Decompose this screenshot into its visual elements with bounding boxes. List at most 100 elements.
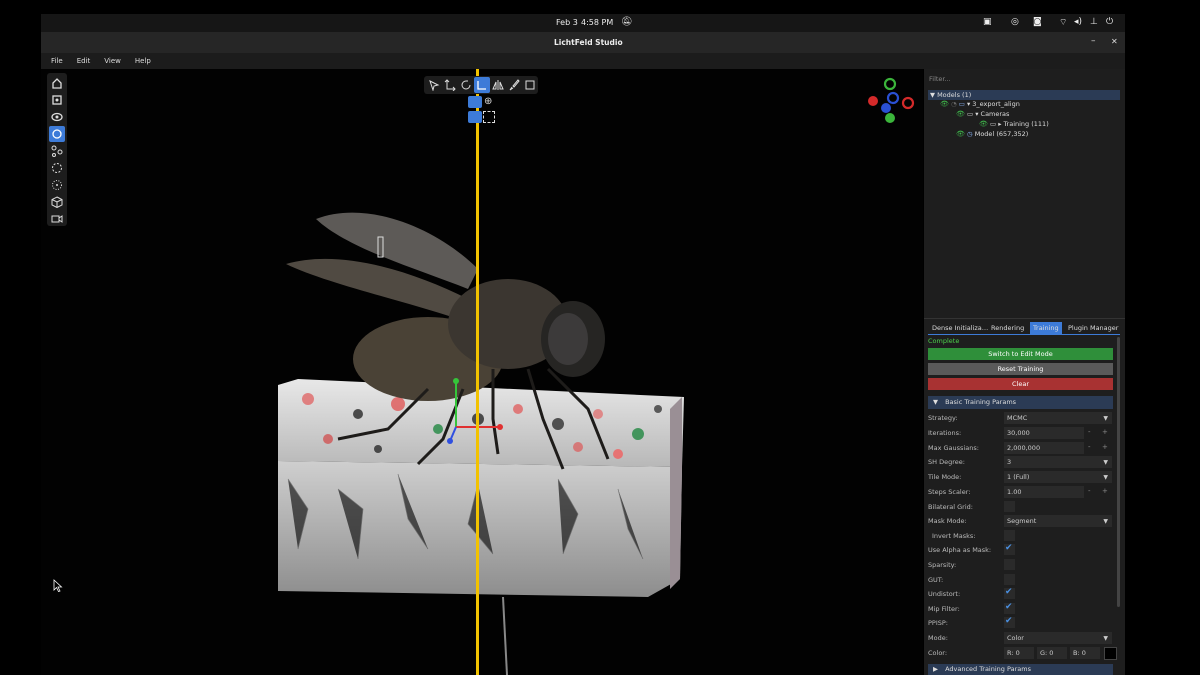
tab-training[interactable]: Training [1030, 322, 1062, 334]
sh-degree-select[interactable]: 3 ▼ [1004, 456, 1112, 468]
steps-scaler-input[interactable]: 1.00 [1004, 486, 1084, 498]
decrement-button[interactable]: - [1088, 487, 1091, 495]
reset-training-button[interactable]: Reset Training [928, 363, 1113, 375]
scene-icon[interactable] [49, 126, 65, 142]
use-alpha-checkbox[interactable]: ✔ [1004, 543, 1015, 555]
color-b-value: B: 0 [1073, 649, 1086, 657]
color-swatch[interactable] [1104, 647, 1117, 660]
tree-row-training[interactable]: 👁︎ ▭ ▸ Training (111) [979, 120, 1049, 128]
rotate-icon[interactable] [458, 77, 474, 93]
wifi-icon[interactable]: ⌔ [1059, 17, 1067, 28]
filter-input[interactable]: Filter... [929, 75, 951, 83]
crop-icon[interactable] [522, 77, 538, 93]
panel-scrollbar[interactable] [1117, 337, 1120, 607]
split-view-divider[interactable] [476, 69, 479, 675]
visibility-eye-icon[interactable]: 👁︎ [940, 100, 949, 108]
strategy-row: Strategy: MCMC ▼ [928, 412, 1116, 426]
decrement-button[interactable]: - [1088, 443, 1091, 451]
model-icon: ◷ [966, 130, 973, 138]
tab-dense-init[interactable]: Dense Initializa… [932, 322, 988, 334]
chevron-down-icon: ▼ [933, 398, 938, 406]
select-icon[interactable] [426, 77, 442, 93]
tree-row-export[interactable]: 👁︎ ◔ ▭ ▾ 3_export_align [940, 100, 1020, 108]
menu-view[interactable]: View [97, 53, 128, 69]
strategy-select[interactable]: MCMC ▼ [1004, 412, 1112, 424]
visibility-eye-icon[interactable]: 👁︎ [956, 130, 965, 138]
dropdown-arrow-icon: ▼ [1103, 635, 1108, 642]
world-space-icon[interactable]: ⊕ [484, 96, 492, 107]
ppisp-checkbox[interactable]: ✔ [1004, 616, 1015, 628]
app-tray-icon[interactable]: ▣ [983, 17, 992, 27]
increment-button[interactable]: + [1102, 428, 1108, 436]
undistort-checkbox[interactable]: ✔ [1004, 587, 1015, 599]
mip-filter-checkbox[interactable]: ✔ [1004, 602, 1015, 614]
training-status: Complete [928, 337, 960, 345]
basic-training-params-header[interactable]: ▼ Basic Training Params [928, 396, 1113, 409]
decrement-button[interactable]: - [1088, 428, 1091, 436]
close-button[interactable]: ✕ [1111, 37, 1118, 46]
tree-row-model[interactable]: 👁︎ ◷ Model (657,352) [956, 130, 1028, 138]
visibility-eye-icon[interactable]: 👁︎ [979, 120, 988, 128]
microphone-icon[interactable]: ⊥ [1090, 17, 1098, 27]
tree-row-cameras[interactable]: 👁︎ ▭ ▾ Cameras [956, 110, 1009, 118]
tile-mode-row: Tile Mode: 1 (Full) ▼ [928, 471, 1116, 485]
mode-select[interactable]: Color ▼ [1004, 632, 1112, 644]
power-icon[interactable]: ⏻ [1106, 17, 1113, 27]
brush-icon[interactable] [506, 77, 522, 93]
pivot-center-icon[interactable] [468, 111, 482, 123]
volume-icon[interactable]: ◂) [1074, 17, 1082, 27]
color-g-input[interactable]: G: 0 [1037, 647, 1067, 659]
mirror-icon[interactable] [490, 77, 506, 93]
local-space-icon[interactable] [468, 96, 482, 108]
advanced-training-params-header[interactable]: ▶ Advanced Training Params [928, 664, 1113, 675]
cube-icon[interactable] [49, 194, 65, 210]
checkmark-icon: ✔ [1005, 602, 1013, 612]
menu-edit[interactable]: Edit [70, 53, 98, 69]
nodes-icon[interactable] [49, 143, 65, 159]
dropdown-arrow-icon: ▼ [1103, 518, 1108, 525]
eye-icon[interactable] [49, 109, 65, 125]
tile-mode-select[interactable]: 1 (Full) ▼ [1004, 471, 1112, 483]
notifications-off-icon[interactable]: 🔕︎ [621, 17, 632, 27]
frame-icon[interactable] [49, 92, 65, 108]
bilateral-grid-checkbox[interactable] [1004, 501, 1015, 512]
scale-icon[interactable] [474, 77, 490, 93]
translate-icon[interactable] [442, 77, 458, 93]
sparsity-checkbox[interactable] [1004, 559, 1015, 570]
color-b-input[interactable]: B: 0 [1070, 647, 1100, 659]
circle-select-icon[interactable] [49, 160, 65, 176]
home-icon[interactable] [49, 75, 65, 91]
lock-icon[interactable]: ◔ [951, 100, 957, 108]
steps-scaler-value: 1.00 [1007, 488, 1022, 496]
visibility-eye-icon[interactable]: 👁︎ [956, 110, 965, 118]
dropdown-arrow-icon: ▼ [1103, 474, 1108, 481]
discord-tray-icon[interactable]: ◙ [1033, 17, 1042, 27]
iterations-input[interactable]: 30,000 [1004, 427, 1084, 439]
menu-file[interactable]: File [44, 53, 70, 69]
increment-button[interactable]: + [1102, 443, 1108, 451]
clock-text: 4:58 PM [581, 18, 614, 27]
ppisp-label: PPISP: [928, 619, 948, 627]
gpu-tray-icon[interactable]: ◎ [1011, 17, 1019, 27]
tab-rendering[interactable]: Rendering [991, 322, 1024, 334]
3d-viewport[interactable]: ⊕ [41, 69, 923, 675]
color-r-input[interactable]: R: 0 [1004, 647, 1034, 659]
color-r-value: R: 0 [1007, 649, 1020, 657]
mask-mode-select[interactable]: Segment ▼ [1004, 515, 1112, 527]
clear-button[interactable]: Clear [928, 378, 1113, 390]
sh-degree-label: SH Degree: [928, 458, 965, 466]
minimize-button[interactable]: – [1091, 36, 1096, 46]
camera-icon[interactable] [49, 211, 65, 227]
increment-button[interactable]: + [1102, 487, 1108, 495]
invert-masks-checkbox[interactable] [1004, 530, 1015, 541]
menu-help[interactable]: Help [128, 53, 158, 69]
gut-checkbox[interactable] [1004, 574, 1015, 585]
tab-plugin-manager[interactable]: Plugin Manager [1068, 322, 1118, 334]
dotted-circle-icon[interactable] [49, 177, 65, 193]
switch-to-edit-mode-button[interactable]: Switch to Edit Mode [928, 348, 1113, 360]
date-text: Feb 3 [556, 18, 578, 27]
orientation-gizmo[interactable] [864, 74, 919, 129]
max-gaussians-input[interactable]: 2,000,000 [1004, 442, 1084, 454]
pivot-bounds-icon[interactable] [483, 111, 495, 123]
undistort-label: Undistort: [928, 590, 961, 598]
